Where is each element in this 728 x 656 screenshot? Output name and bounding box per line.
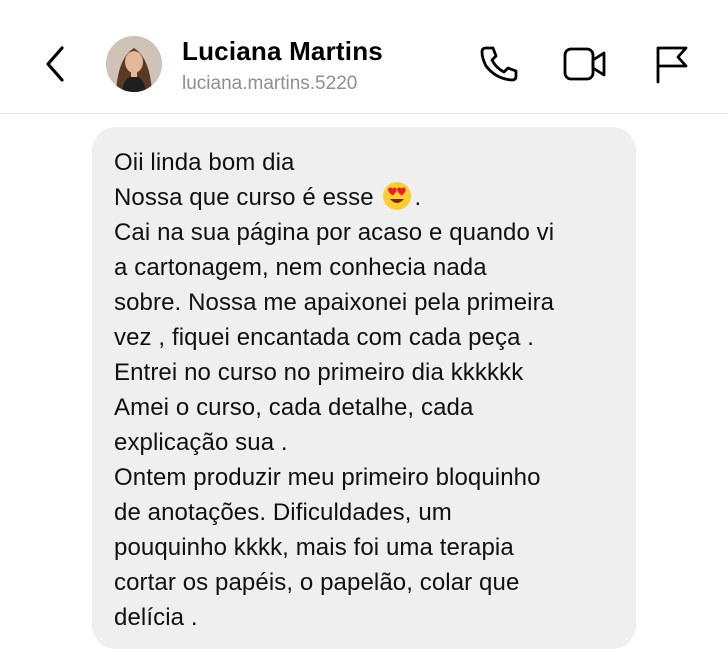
contact-name[interactable]: Luciana Martins [182,36,383,67]
back-button[interactable] [36,42,76,86]
flag-icon [656,46,688,84]
chat-header: Luciana Martins luciana.martins.5220 [0,0,728,114]
message-line-with-emoji: Nossa que curso é esse . [114,180,616,215]
message-line: pouquinho kkkk, mais foi uma terapia [114,534,514,561]
call-button[interactable] [476,44,520,84]
phone-icon [480,46,518,82]
message-line: sobre. Nossa me apaixonei pela primeira [114,289,555,316]
video-call-button[interactable] [562,44,606,84]
heart-eyes-emoji-icon [383,182,412,210]
message-line: delícia . [114,604,198,631]
message-line: Amei o curso, cada detalhe, cada [114,394,474,421]
report-button[interactable] [652,44,696,84]
contact-username: luciana.martins.5220 [182,73,358,94]
message-line: Ontem produzir meu primeiro bloquinho [114,464,541,491]
message-line: Cai na sua página por acaso e quando vi [114,219,555,246]
message-line: Oii linda bom dia [114,149,295,176]
message-line: . [414,184,422,211]
video-camera-icon [563,47,606,81]
avatar[interactable] [106,36,162,92]
chevron-left-icon [46,46,64,82]
message-line: cortar os papéis, o papelão, colar que [114,569,520,596]
message-line: a cartonagem, nem conhecia nada [114,254,487,281]
message-line: de anotações. Dificuldades, um [114,499,452,526]
message-line: Nossa que curso é esse [114,184,374,211]
message-line: vez , fiquei encantada com cada peça . [114,324,535,351]
message-line: Entrei no curso no primeiro dia kkkkkk [114,359,524,386]
message-line: explicação sua . [114,429,288,456]
message-bubble[interactable]: Oii linda bom dia Nossa que curso é esse… [92,127,636,649]
